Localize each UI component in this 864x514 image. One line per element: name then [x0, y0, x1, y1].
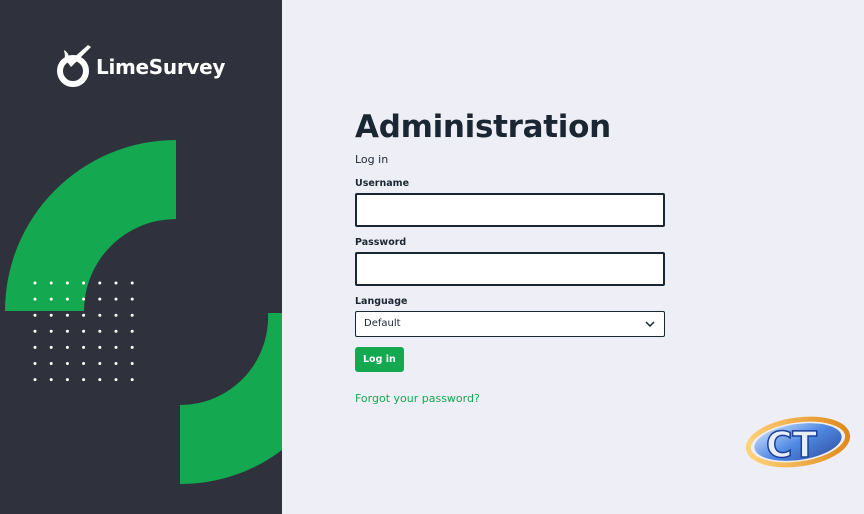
username-label: Username [355, 178, 410, 189]
decorative-dot [130, 378, 134, 382]
language-select[interactable]: Default [355, 311, 665, 337]
decorative-dot [33, 378, 37, 382]
decorative-dot [130, 329, 134, 333]
side-panel: LimeSurvey [0, 0, 282, 514]
password-input[interactable] [355, 252, 665, 286]
decorative-dot [82, 297, 86, 301]
decorative-dot [33, 297, 37, 301]
language-label: Language [355, 296, 408, 307]
decorative-dot [130, 281, 134, 285]
limesurvey-logo-icon [57, 45, 91, 87]
decorative-dot [114, 297, 118, 301]
decorative-dot [49, 329, 53, 333]
decorative-dot [98, 345, 102, 349]
decorative-dot [49, 313, 53, 317]
ct-watermark-logo: CT [745, 416, 851, 468]
decorative-dot [130, 362, 134, 365]
decorative-dot [65, 313, 69, 317]
brand-logo: LimeSurvey [55, 45, 225, 89]
decorative-dot [49, 345, 53, 349]
decorative-dot [33, 345, 37, 349]
login-form: Administration Log in Username Password … [355, 106, 665, 405]
decorative-dot [33, 329, 37, 333]
decorative-dot [114, 281, 118, 285]
login-page: LimeSurvey Administration Log in Usernam… [0, 0, 864, 514]
decorative-dot [98, 362, 102, 365]
decorative-dot [65, 378, 69, 382]
login-button[interactable]: Log in [355, 347, 404, 372]
brand-name: LimeSurvey [96, 55, 226, 79]
decorative-dot [82, 281, 86, 285]
decorative-dot [114, 313, 118, 317]
decorative-dot [65, 329, 69, 333]
decorative-dot [98, 329, 102, 333]
language-selected-value: Default [364, 318, 401, 329]
decorative-dot [82, 362, 86, 365]
decorative-dot [33, 281, 37, 285]
decorative-dot [114, 378, 118, 382]
page-title: Administration [355, 109, 611, 145]
decorative-dot [49, 362, 53, 365]
main-area: Administration Log in Username Password … [282, 0, 864, 514]
password-label: Password [355, 237, 407, 248]
forgot-password-link[interactable]: Forgot your password? [355, 392, 665, 405]
decorative-dot [49, 281, 53, 285]
decorative-dot [65, 345, 69, 349]
chevron-down-icon [645, 321, 655, 328]
decorative-dot [33, 362, 37, 365]
decorative-dot [98, 313, 102, 317]
decorative-dot [130, 345, 134, 349]
decorative-dot [114, 345, 118, 349]
page-subtitle: Log in [355, 153, 389, 166]
decorative-dot [82, 378, 86, 382]
decorative-dot [82, 313, 86, 317]
decorative-dot [130, 313, 134, 317]
decorative-dot [33, 313, 37, 317]
decorative-dot [114, 362, 118, 365]
decorative-dot [98, 281, 102, 285]
decorative-dot [98, 378, 102, 382]
decorative-dot [65, 362, 69, 365]
decorative-dot [65, 281, 69, 285]
decorative-dot [49, 378, 53, 382]
decorative-dot [82, 329, 86, 333]
decorative-dot [49, 297, 53, 301]
svg-text:CT: CT [766, 425, 817, 466]
decorative-dot [65, 297, 69, 301]
decorative-dot [98, 297, 102, 301]
decorative-dot [130, 297, 134, 301]
decorative-dot [82, 345, 86, 349]
decorative-dot [114, 329, 118, 333]
username-input[interactable] [355, 193, 665, 227]
